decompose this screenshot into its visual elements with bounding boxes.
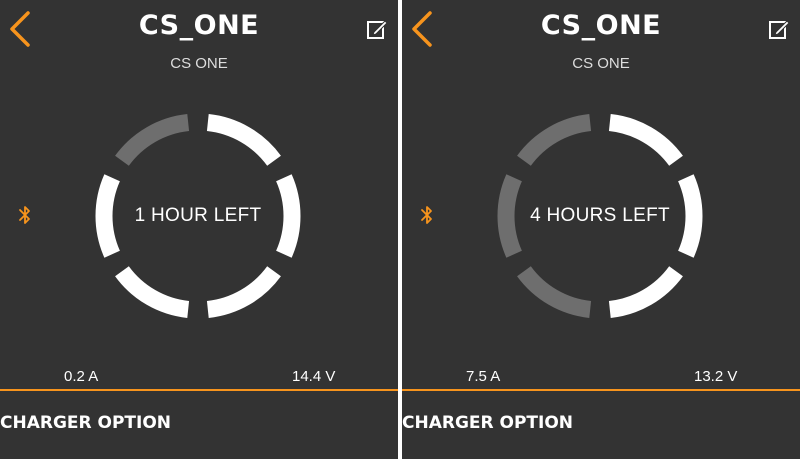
device-subtitle: CS ONE xyxy=(170,55,228,72)
charger-option-button[interactable]: CHARGER OPTION xyxy=(402,413,573,433)
current-reading: 7.5 A xyxy=(466,368,501,385)
app-screens: CS_ONE CS ONE 1 HOUR LEFT 0.2 A 14.4 V C… xyxy=(0,0,800,459)
device-subtitle: CS ONE xyxy=(572,55,630,72)
current-reading: 0.2 A xyxy=(64,368,99,385)
bluetooth-icon xyxy=(19,206,30,224)
time-left-label: 4 HOURS LEFT xyxy=(530,205,670,226)
charger-screen-1: CS_ONE CS ONE 1 HOUR LEFT 0.2 A 14.4 V C… xyxy=(0,0,398,459)
voltage-reading: 13.2 V xyxy=(694,368,738,385)
edit-icon[interactable] xyxy=(768,18,790,40)
edit-icon[interactable] xyxy=(366,18,388,40)
divider xyxy=(402,389,800,391)
bluetooth-icon xyxy=(421,206,432,224)
divider xyxy=(0,389,398,391)
time-left-label: 1 HOUR LEFT xyxy=(134,205,262,226)
charger-option-button[interactable]: CHARGER OPTION xyxy=(0,413,171,433)
device-title: CS_ONE xyxy=(138,10,260,41)
device-title: CS_ONE xyxy=(540,10,662,41)
charger-screen-2: CS_ONE CS ONE 4 HOURS LEFT 7.5 A 13.2 V … xyxy=(402,0,800,459)
voltage-reading: 14.4 V xyxy=(292,368,336,385)
